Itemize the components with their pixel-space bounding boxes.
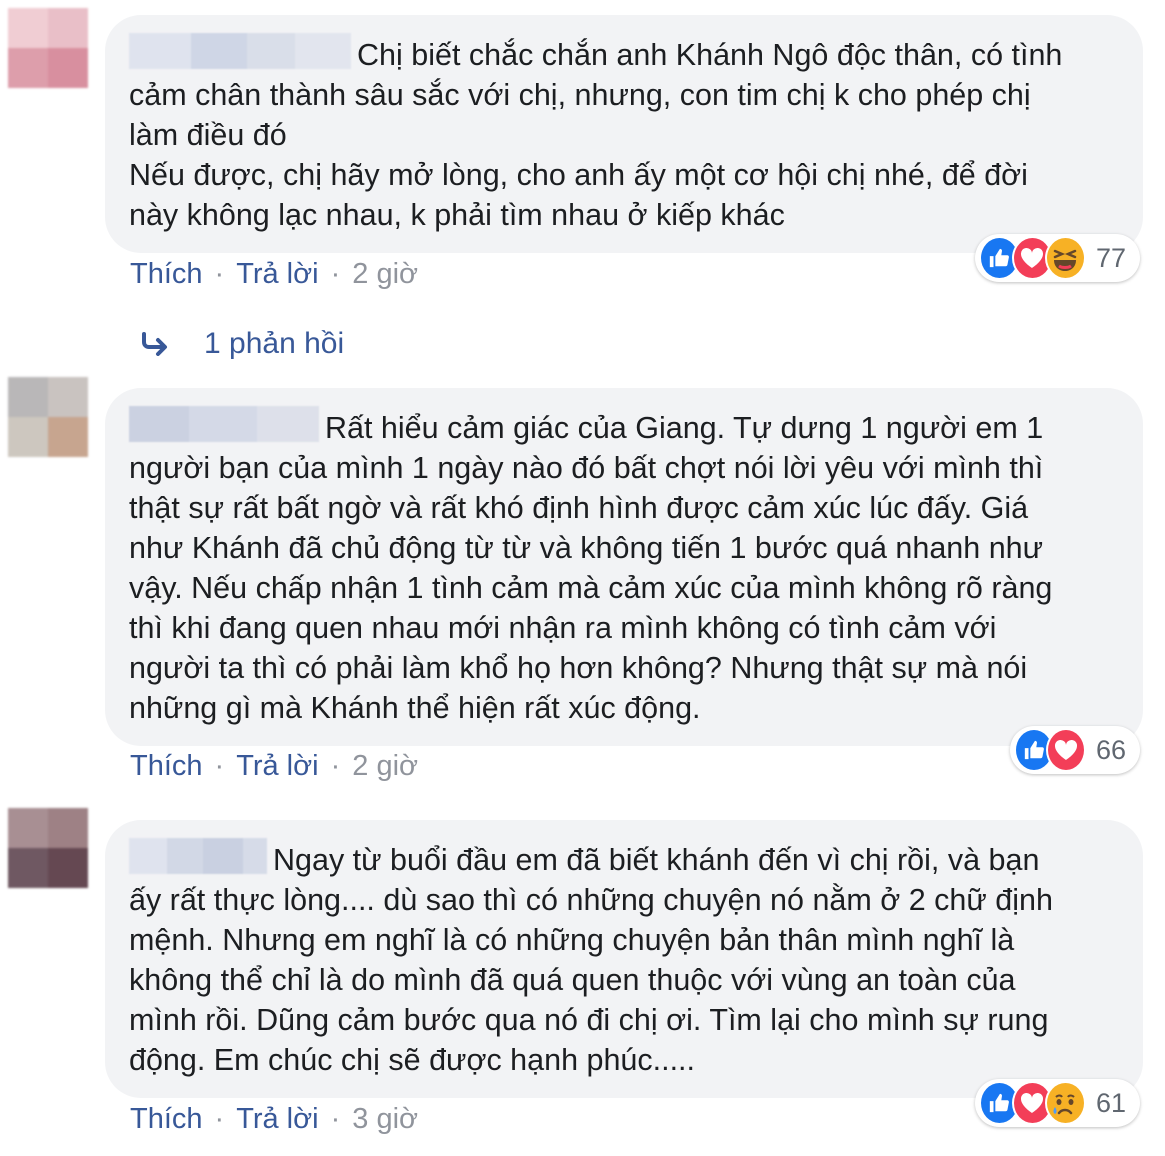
avatar[interactable] xyxy=(8,808,88,888)
like-link[interactable]: Thích xyxy=(130,258,203,291)
separator-dot: · xyxy=(214,1103,225,1135)
reaction-summary[interactable]: 61 xyxy=(975,1079,1140,1127)
commenter-name-blurred[interactable] xyxy=(129,406,319,442)
haha-icon xyxy=(1044,236,1086,280)
reply-link[interactable]: Trả lời xyxy=(236,1103,318,1136)
commenter-name-blurred[interactable] xyxy=(129,33,351,69)
comment-timestamp[interactable]: 2 giờ xyxy=(352,258,418,291)
commenter-name-blurred[interactable] xyxy=(129,838,267,874)
comment-text: Rất hiểu cảm giác của Giang. Tự dưng 1 n… xyxy=(129,411,1053,725)
view-replies-link[interactable]: 1 phản hồi xyxy=(140,327,344,361)
reaction-count: 77 xyxy=(1095,242,1126,273)
separator-dot: · xyxy=(214,258,225,290)
like-link[interactable]: Thích xyxy=(130,750,203,783)
separator-dot: · xyxy=(330,1103,341,1135)
reply-link[interactable]: Trả lời xyxy=(236,750,318,783)
replies-count-label: 1 phản hồi xyxy=(204,327,345,360)
reply-link[interactable]: Trả lời xyxy=(236,258,318,291)
comment-actions: Thích · Trả lời · 3 giờ xyxy=(130,1103,418,1136)
comment-actions: Thích · Trả lời · 2 giờ xyxy=(130,750,418,783)
like-link[interactable]: Thích xyxy=(130,1103,203,1136)
separator-dot: · xyxy=(330,750,341,782)
comment-bubble: Rất hiểu cảm giác của Giang. Tự dưng 1 n… xyxy=(105,388,1143,746)
reaction-count: 61 xyxy=(1095,1087,1126,1118)
reaction-summary[interactable]: 77 xyxy=(975,234,1140,282)
love-icon xyxy=(1045,728,1086,772)
comment-text: Ngay từ buổi đầu em đã biết khánh đến vì… xyxy=(129,843,1053,1077)
comment-actions: Thích · Trả lời · 2 giờ xyxy=(130,258,418,291)
avatar[interactable] xyxy=(8,8,88,88)
avatar[interactable] xyxy=(8,377,88,457)
separator-dot: · xyxy=(330,258,341,290)
comment-bubble: Chị biết chắc chắn anh Khánh Ngô độc thâ… xyxy=(105,15,1143,253)
reaction-count: 66 xyxy=(1095,734,1126,765)
reply-arrow-icon xyxy=(142,332,167,356)
comment-timestamp[interactable]: 2 giờ xyxy=(352,750,418,783)
reaction-summary[interactable]: 66 xyxy=(1010,726,1140,774)
separator-dot: · xyxy=(214,750,225,782)
sad-icon xyxy=(1044,1081,1086,1125)
comment-timestamp[interactable]: 3 giờ xyxy=(352,1103,418,1136)
comment-bubble: Ngay từ buổi đầu em đã biết khánh đến vì… xyxy=(105,820,1143,1098)
